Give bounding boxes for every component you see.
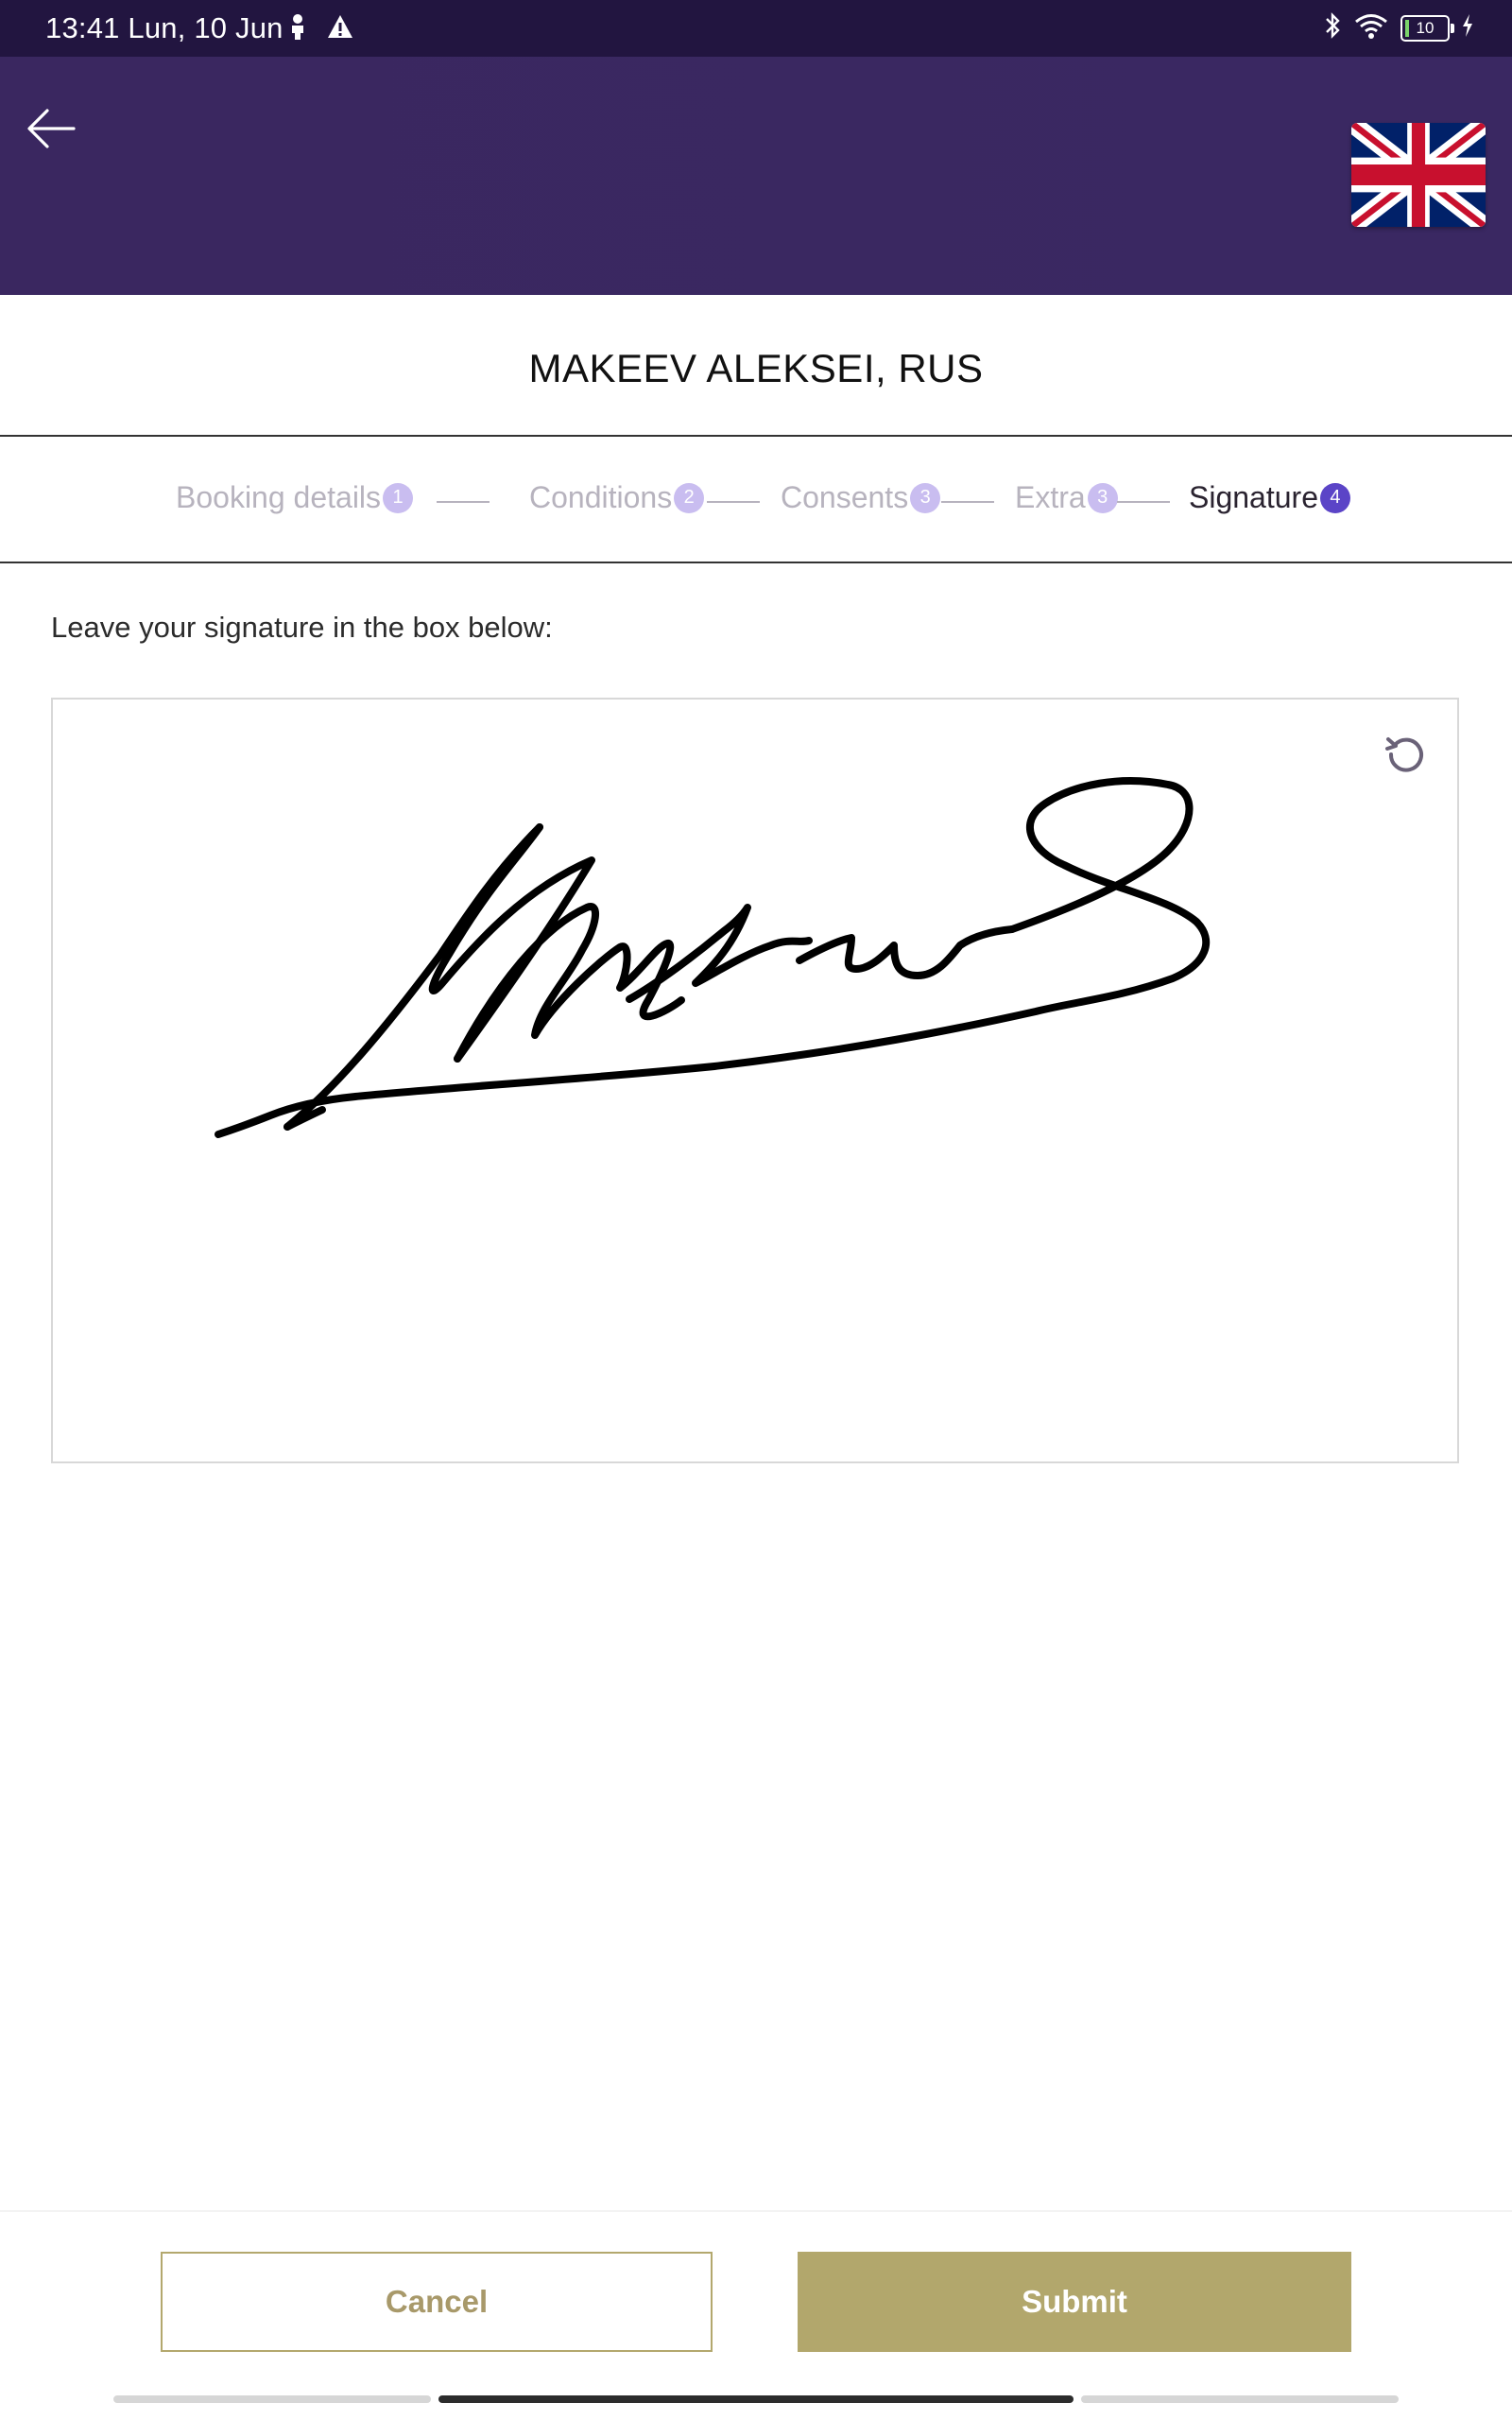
footer-divider <box>0 2210 1512 2212</box>
step-badge: 4 <box>1319 482 1350 513</box>
nav-handle-home[interactable] <box>438 2395 1074 2403</box>
step-connector <box>1117 501 1170 503</box>
reset-signature-button[interactable] <box>1380 726 1433 779</box>
charging-icon <box>1461 13 1474 43</box>
step-label: Extra <box>1015 480 1086 514</box>
step-label: Booking details <box>176 480 382 514</box>
step-label: Signature <box>1189 480 1318 514</box>
app-header <box>0 57 1512 295</box>
step-badge: 1 <box>383 482 414 513</box>
step-extra[interactable]: Extra 3 <box>1015 480 1118 515</box>
person-icon <box>289 13 306 44</box>
guest-name: MAKEEV ALEKSEI, RUS <box>528 346 984 390</box>
step-label: Conditions <box>529 480 673 514</box>
step-booking-details[interactable]: Booking details 1 <box>176 480 414 515</box>
wifi-icon <box>1353 11 1389 44</box>
arrow-left-icon <box>27 109 76 148</box>
step-connector <box>437 501 490 503</box>
back-button[interactable] <box>21 98 81 159</box>
step-signature[interactable]: Signature 4 <box>1189 480 1350 515</box>
step-badge: 3 <box>910 482 941 513</box>
step-connector <box>707 501 760 503</box>
bluetooth-icon <box>1323 11 1342 44</box>
status-bar: 13:41 Lun, 10 Jun 10 <box>0 0 1512 57</box>
step-consents[interactable]: Consents 3 <box>781 480 941 515</box>
guest-bar: MAKEEV ALEKSEI, RUS <box>0 295 1512 437</box>
nav-handle-right[interactable] <box>1081 2395 1399 2403</box>
step-conditions[interactable]: Conditions 2 <box>529 480 705 515</box>
step-badge: 3 <box>1087 482 1118 513</box>
signature-instruction: Leave your signature in the box below: <box>51 611 553 644</box>
battery-level <box>1405 19 1409 37</box>
nav-handle-left[interactable] <box>113 2395 431 2403</box>
refresh-icon <box>1385 737 1423 772</box>
battery-percent: 10 <box>1416 18 1435 37</box>
signature-pad[interactable] <box>51 698 1459 1463</box>
warning-icon <box>327 14 353 43</box>
cancel-button[interactable]: Cancel <box>161 2252 713 2352</box>
submit-button[interactable]: Submit <box>798 2252 1351 2352</box>
step-connector <box>941 501 994 503</box>
step-label: Consents <box>781 480 909 514</box>
uk-flag-icon <box>1351 123 1486 227</box>
language-selector[interactable] <box>1351 123 1486 227</box>
battery-icon: 10 <box>1400 14 1454 42</box>
signature-drawing <box>215 777 1211 1138</box>
step-badge: 2 <box>674 482 705 513</box>
status-time: 13:41 Lun, 10 Jun <box>45 11 284 44</box>
progress-steps: Booking details 1 Conditions 2 Consents … <box>0 437 1512 563</box>
